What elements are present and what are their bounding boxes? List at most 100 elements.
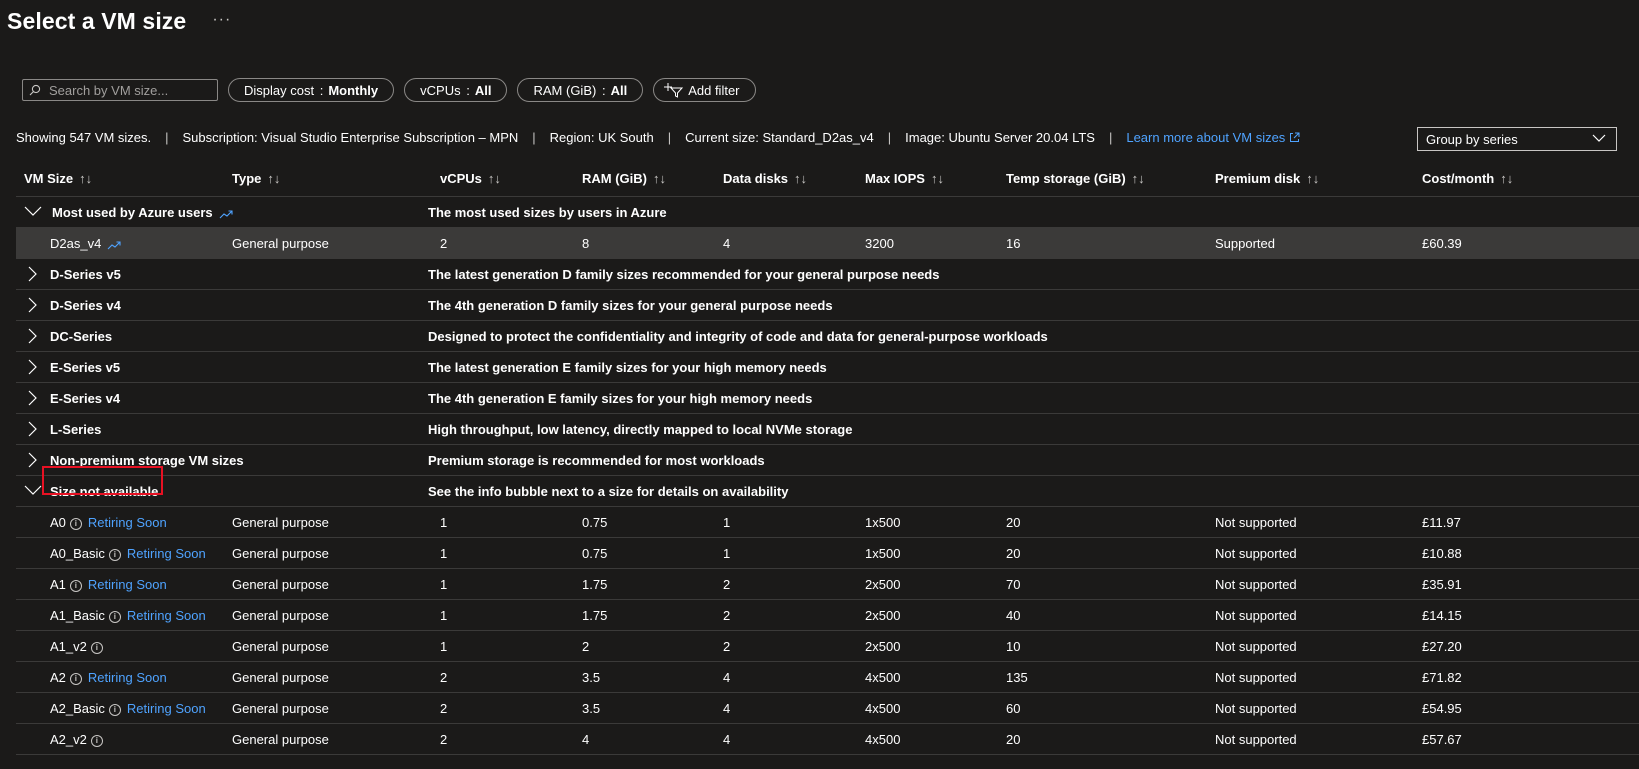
group-row-non-premium[interactable]: Non-premium storage VM sizes Premium sto… [16,445,1639,476]
premium-cell: Not supported [1215,515,1297,530]
sort-icon: ↑↓ [794,171,808,186]
table-row[interactable]: A1_v2 i General purpose 1 2 2 2x500 10 Not suppo… [16,631,1639,662]
table-row[interactable]: A2 i Retiring Soon General purpose 2 3.5 4 4x50… [16,662,1639,693]
group-row-e-series-v4[interactable]: E-Series v4 The 4th generation E family … [16,383,1639,414]
external-link-icon[interactable] [1289,132,1300,143]
chevron-right-icon[interactable] [24,297,42,313]
retiring-soon-link[interactable]: Retiring Soon [127,546,206,561]
vm-size-cell: A0_Basic i Retiring Soon [50,546,206,561]
retiring-soon-link[interactable]: Retiring Soon [127,701,206,716]
group-row-most-used[interactable]: Most used by Azure users The most used s… [16,197,1639,228]
disks-cell: 2 [723,639,731,654]
group-row-e-series-v5[interactable]: E-Series v5 The latest generation E fami… [16,352,1639,383]
vcpus-filter[interactable]: vCPUs : All [404,78,508,102]
chevron-right-icon[interactable] [24,390,42,406]
disks-cell: 2 [723,577,731,592]
add-filter-button[interactable]: Add filter [653,78,756,102]
retiring-soon-link[interactable]: Retiring Soon [88,515,167,530]
col-type[interactable]: Type ↑↓ [232,171,280,186]
cost-cell: £57.67 [1422,732,1462,747]
table-row[interactable]: A2_Basic i Retiring Soon General purpose 2 3.… [16,693,1639,724]
retiring-soon-link[interactable]: Retiring Soon [127,608,206,623]
info-icon[interactable]: i [108,704,121,716]
chevron-right-icon[interactable] [24,266,42,282]
col-ram[interactable]: RAM (GiB) ↑↓ [582,171,666,186]
vm-size-cell: D2as_v4 [50,236,121,251]
col-data-disks[interactable]: Data disks ↑↓ [723,171,807,186]
group-row-l-series[interactable]: L-Series High throughput, low latency, d… [16,414,1639,445]
group-name: D-Series v4 [50,298,121,313]
vcpus-filter-value: All [474,82,492,98]
retiring-soon-link[interactable]: Retiring Soon [88,577,167,592]
iops-cell: 2x500 [865,608,901,623]
cost-cell: £11.97 [1422,515,1461,530]
info-icon[interactable]: i [108,549,121,561]
premium-cell: Not supported [1215,608,1297,623]
group-name: Most used by Azure users [52,205,233,220]
add-filter-label: Add filter [688,82,740,98]
col-vcpus[interactable]: vCPUs ↑↓ [440,171,501,186]
premium-cell: Not supported [1215,546,1297,561]
showing-count: Showing 547 VM sizes. [16,130,152,145]
display-cost-label: Display cost [244,82,315,98]
table-row[interactable]: A2_v2 i General purpose 2 4 4 4x500 20 Not suppo… [16,724,1639,755]
info-icon[interactable]: i [90,642,103,654]
col-max-iops[interactable]: Max IOPS ↑↓ [865,171,944,186]
ram-filter-label: RAM (GiB) [533,82,597,98]
info-icon[interactable]: i [108,611,121,623]
group-row-d-series-v5[interactable]: D-Series v5 The latest generation D fami… [16,259,1639,290]
table-row[interactable]: A0 i Retiring Soon General purpose 1 0.75 1 1x5… [16,507,1639,538]
chevron-right-icon[interactable] [24,421,42,437]
group-row-dc-series[interactable]: DC-Series Designed to protect the confid… [16,321,1639,352]
ram-filter[interactable]: RAM (GiB) : All [517,78,644,102]
type-cell: General purpose [232,701,329,716]
iops-cell: 3200 [865,236,894,251]
learn-more-link[interactable]: Learn more about VM sizes [1126,130,1285,145]
more-options-button[interactable]: ··· [212,11,231,29]
subscription-info: Subscription: Visual Studio Enterprise S… [182,130,519,145]
temp-cell: 70 [1006,577,1021,592]
chevron-right-icon[interactable] [24,328,42,344]
type-cell: General purpose [232,670,329,685]
table-row[interactable]: A1_Basic i Retiring Soon General purpose 1 1.… [16,600,1639,631]
premium-cell: Not supported [1215,577,1297,592]
vcpus-cell: 2 [440,236,448,251]
table-row[interactable]: A0_Basic i Retiring Soon General purpose 1 0.… [16,538,1639,569]
ram-cell: 3.5 [582,701,601,716]
cost-cell: £71.82 [1422,670,1462,685]
ram-cell: 1.75 [582,608,608,623]
col-vm-size[interactable]: VM Size ↑↓ [24,171,92,186]
search-box[interactable] [22,79,218,101]
info-icon[interactable]: i [90,735,103,747]
iops-cell: 4x500 [865,732,901,747]
group-row-size-not-available[interactable]: Size not available See the info bubble n… [16,476,1639,507]
table-header: VM Size ↑↓ Type ↑↓ vCPUs ↑↓ RAM (GiB) ↑↓ Dat… [16,162,1639,197]
premium-cell: Not supported [1215,670,1297,685]
group-description: High throughput, low latency, directly m… [428,422,853,437]
chevron-down-icon[interactable] [24,483,42,497]
retiring-soon-link[interactable]: Retiring Soon [88,670,167,685]
col-temp-storage[interactable]: Temp storage (GiB) ↑↓ [1006,171,1145,186]
disks-cell: 4 [723,670,731,685]
chevron-right-icon[interactable] [24,359,42,375]
group-name: Size not available [50,484,159,499]
chevron-right-icon[interactable] [24,452,42,468]
info-icon[interactable]: i [69,673,82,685]
col-cost[interactable]: Cost/month ↑↓ [1422,171,1513,186]
table-row[interactable]: A1 i Retiring Soon General purpose 1 1.75 2 2x5… [16,569,1639,600]
search-input[interactable] [47,81,211,99]
group-by-dropdown[interactable]: Group by series [1417,127,1617,151]
chevron-down-icon[interactable] [24,204,42,218]
type-cell: General purpose [232,515,329,530]
info-icon[interactable]: i [69,580,82,592]
col-premium-disk[interactable]: Premium disk ↑↓ [1215,171,1319,186]
trending-up-icon [219,210,233,219]
table-row-selected[interactable]: D2as_v4 General purpose 2 8 4 3200 16 Su… [16,228,1639,259]
temp-cell: 40 [1006,608,1021,623]
temp-cell: 135 [1006,670,1028,685]
current-size-info: Current size: Standard_D2as_v4 [685,130,874,145]
group-row-d-series-v4[interactable]: D-Series v4 The 4th generation D family … [16,290,1639,321]
display-cost-filter[interactable]: Display cost : Monthly [228,78,395,102]
info-icon[interactable]: i [69,518,82,530]
context-info-bar: Showing 547 VM sizes. | Subscription: Vi… [16,130,1300,145]
